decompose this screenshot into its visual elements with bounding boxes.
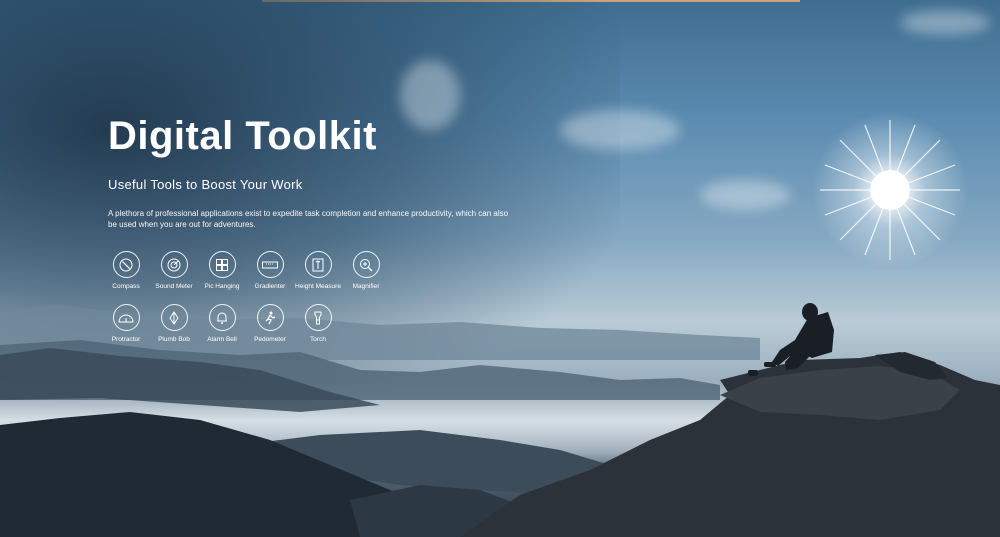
tool-torch[interactable]: Torch — [294, 304, 342, 343]
tool-protractor[interactable]: Protractor — [102, 304, 150, 343]
hero-banner: Digital Toolkit Useful Tools to Boost Yo… — [0, 0, 1000, 537]
compass-icon — [112, 251, 140, 278]
page-subtitle: Useful Tools to Boost Your Work — [108, 177, 303, 192]
tool-label: Plumb Bob — [158, 336, 190, 343]
tool-label: Pic Hanging — [204, 283, 240, 290]
tool-label: Alarm Bell — [207, 336, 237, 343]
tool-pedometer[interactable]: Pedometer — [246, 304, 294, 343]
gradienter-icon — [256, 251, 284, 278]
hero-content: Digital Toolkit Useful Tools to Boost Yo… — [108, 110, 538, 230]
tool-label: Torch — [310, 336, 326, 343]
alarm-bell-icon — [208, 304, 236, 331]
sound-meter-icon — [160, 251, 188, 278]
magnifier-icon — [352, 251, 380, 278]
tool-compass[interactable]: Compass — [102, 251, 150, 290]
page-title: Digital Toolkit — [108, 114, 377, 158]
tool-label: Magnifier — [352, 283, 380, 290]
pic-hanging-icon — [208, 251, 236, 278]
tool-label: Height Measure — [295, 283, 341, 290]
tool-label: Protractor — [111, 336, 141, 343]
tool-magnifier[interactable]: Magnifier — [342, 251, 390, 290]
protractor-icon — [112, 304, 140, 331]
pedometer-icon — [256, 304, 284, 331]
tool-label: Sound Meter — [155, 283, 193, 290]
tool-label: Gradienter — [254, 283, 286, 290]
tool-height-measure[interactable]: Height Measure — [294, 251, 342, 290]
tool-plumb-bob[interactable]: Plumb Bob — [150, 304, 198, 343]
tool-label: Pedometer — [254, 336, 286, 343]
plumb-bob-icon — [160, 304, 188, 331]
tool-pic-hanging[interactable]: Pic Hanging — [198, 251, 246, 290]
tool-gradienter[interactable]: Gradienter — [246, 251, 294, 290]
tool-alarm-bell[interactable]: Alarm Bell — [198, 304, 246, 343]
page-description: A plethora of professional applications … — [108, 209, 509, 229]
torch-icon — [304, 304, 332, 331]
tool-label: Compass — [112, 283, 140, 290]
height-measure-icon — [304, 251, 332, 278]
tool-sound-meter[interactable]: Sound Meter — [150, 251, 198, 290]
